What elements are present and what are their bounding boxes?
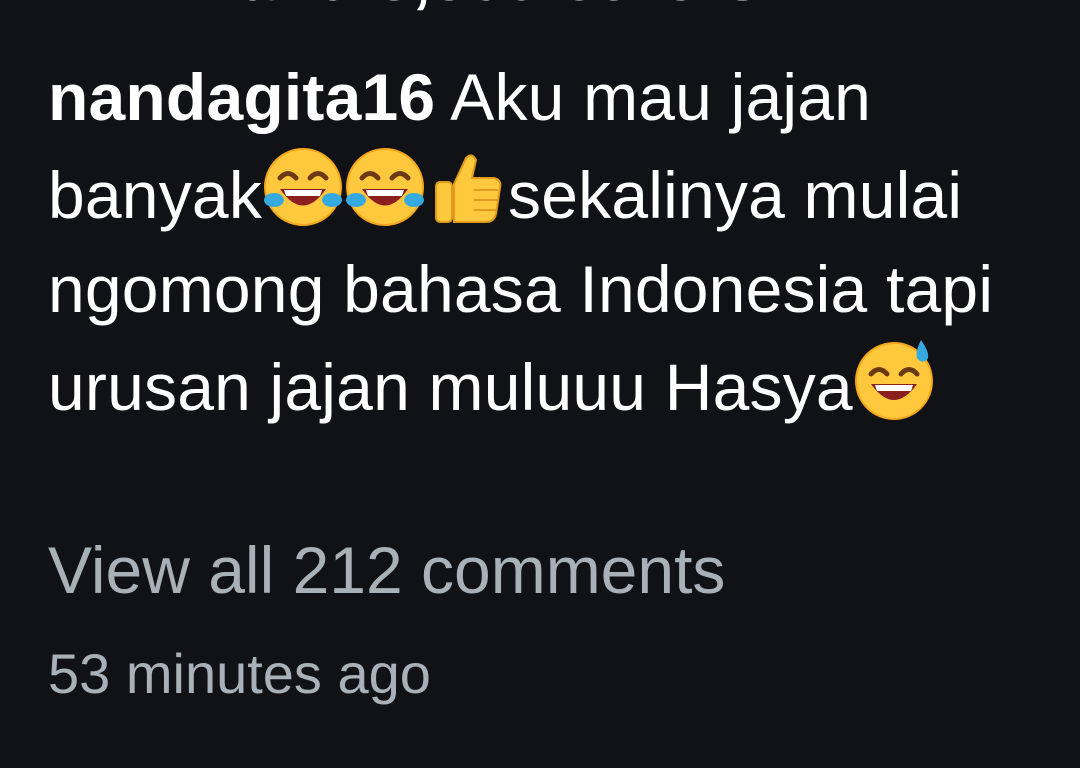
thumbs-up-icon bbox=[435, 154, 502, 223]
face-with-tears-of-joy-icon bbox=[264, 148, 343, 226]
post-detail-screen: and 3,509 others nandagita16 Aku mau jaj… bbox=[0, 0, 1080, 768]
likes-count-text[interactable]: and 3,509 others bbox=[240, 0, 761, 16]
post-caption: nandagita16 Aku mau jajan banyak sekalin… bbox=[48, 50, 1008, 434]
face-with-tears-of-joy-icon bbox=[346, 148, 425, 226]
post-timestamp: 53 minutes ago bbox=[48, 642, 431, 705]
grinning-face-with-sweat-icon bbox=[854, 340, 933, 420]
username-link[interactable]: nandagita16 bbox=[48, 60, 435, 134]
view-all-comments-link[interactable]: View all 212 comments bbox=[48, 526, 725, 614]
